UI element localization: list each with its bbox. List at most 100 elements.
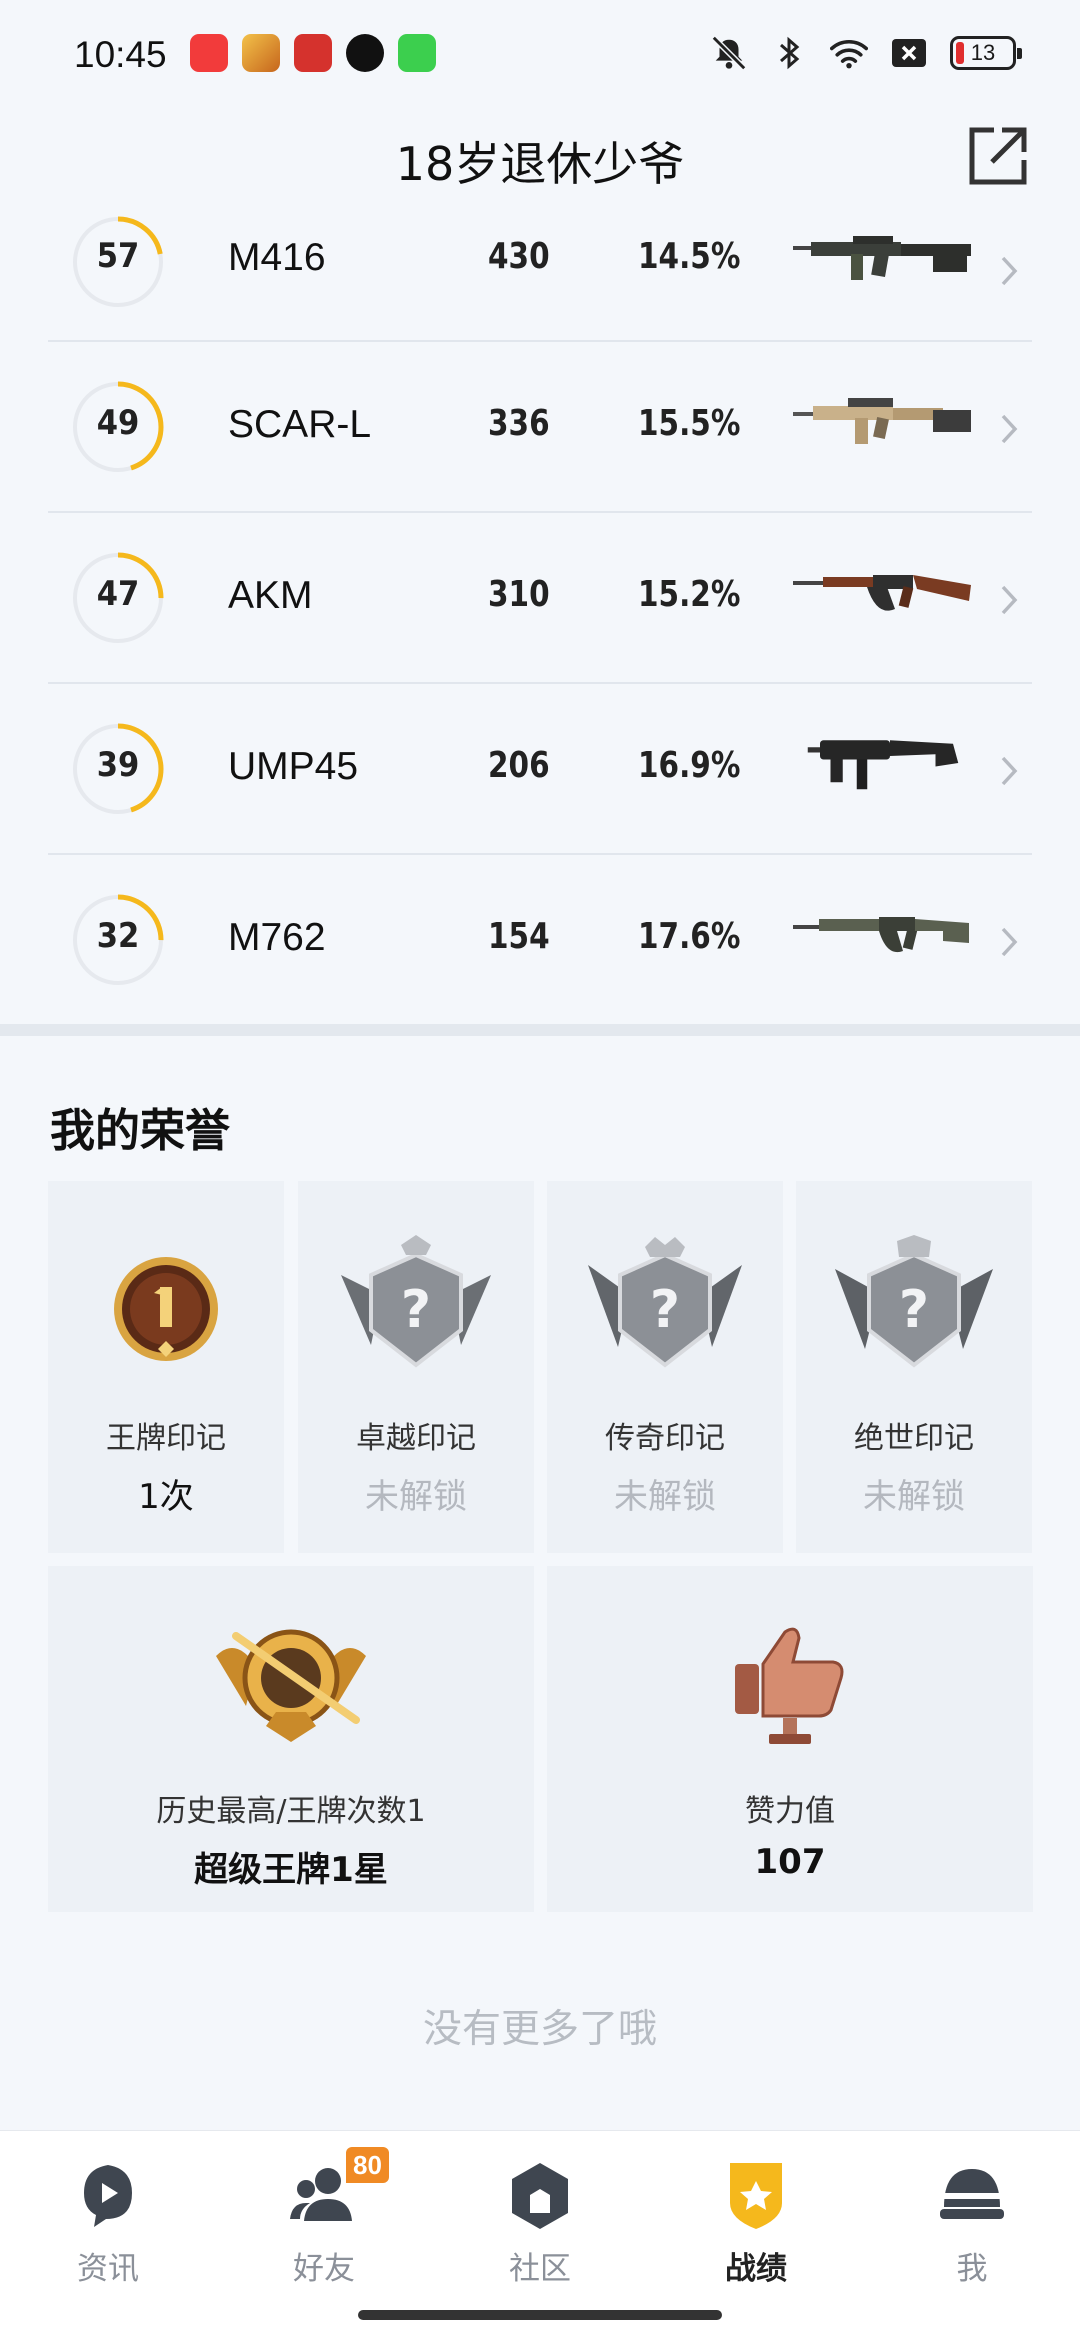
game-app-icon (242, 34, 280, 72)
honor-card-highest-tier[interactable]: 历史最高/王牌次数1 超级王牌1星 (48, 1566, 534, 1912)
bluetooth-icon (770, 36, 808, 70)
weapon-percentage: 15.2% (638, 574, 741, 615)
honor-value: 107 (754, 1842, 826, 1882)
page-title: 18岁退休少爷 (395, 137, 685, 191)
honor-value: 未解锁 (614, 1477, 716, 1517)
weapon-count: 430 (488, 236, 550, 277)
weapon-count: 336 (488, 403, 550, 444)
messages-app-icon (398, 34, 436, 72)
sim-off-icon (890, 36, 928, 70)
weapon-list: 57 M416 430 14.5% 49 SCAR-L 336 15.5% 47… (48, 200, 1032, 1026)
friends-count-badge: 80 (346, 2147, 389, 2183)
weapon-row[interactable]: 32 M762 154 17.6% (48, 855, 1032, 1026)
nav-label: 社区 (509, 2251, 571, 2287)
ace-tier-badge-icon (216, 1629, 366, 1742)
honor-card-legend-mark[interactable]: ? 传奇印记 未解锁 (547, 1181, 783, 1553)
chevron-right-icon (1001, 927, 1018, 957)
honors-title: 我的荣誉 (50, 1104, 231, 1157)
nav-item-community[interactable]: 社区 (432, 2147, 648, 2297)
weapon-level: 47 (96, 574, 140, 614)
weapon-level: 32 (96, 916, 140, 956)
weapon-percentage: 15.5% (638, 403, 741, 444)
system-icons: 13 (710, 35, 1022, 71)
store-app-icon (294, 34, 332, 72)
locked-badge-icon: ? (341, 1235, 491, 1368)
weapon-count: 154 (488, 916, 550, 957)
weapon-count: 310 (488, 574, 550, 615)
nav-item-friends[interactable]: 80 好友 (216, 2147, 432, 2297)
weapon-name: AKM (228, 574, 313, 617)
svg-text:?: ? (650, 1280, 680, 1340)
weapon-count: 206 (488, 745, 550, 786)
nav-label: 好友 (293, 2251, 355, 2287)
status-bar: 10:45 13 (0, 0, 1080, 110)
weapon-level: 57 (96, 236, 140, 276)
weapon-percentage: 16.9% (638, 745, 741, 786)
weapon-row[interactable]: 47 AKM 310 15.2% (48, 513, 1032, 684)
honor-label: 赞力值 (745, 1794, 835, 1829)
honor-card-likes[interactable]: 赞力值 107 (547, 1566, 1033, 1912)
honor-card-excellent-mark[interactable]: ? 卓越印记 未解锁 (298, 1181, 534, 1553)
tiktok-app-icon (346, 34, 384, 72)
m762-rifle-image (793, 917, 969, 953)
weapon-percentage: 14.5% (638, 236, 741, 277)
chevron-right-icon (1001, 585, 1018, 615)
svg-text:?: ? (899, 1280, 929, 1340)
honor-label: 卓越印记 (356, 1421, 476, 1456)
ace-mark-badge-icon (114, 1257, 218, 1361)
honor-label: 王牌印记 (106, 1421, 226, 1456)
home-indicator[interactable] (358, 2310, 722, 2320)
nav-item-record[interactable]: 战绩 (648, 2147, 864, 2297)
nav-label: 战绩 (725, 2251, 787, 2287)
honor-card-peerless-mark[interactable]: ? 绝世印记 未解锁 (796, 1181, 1032, 1553)
community-icon (512, 2163, 568, 2229)
weapon-level: 39 (96, 745, 140, 785)
nav-label: 资讯 (77, 2251, 139, 2287)
weapon-row[interactable]: 49 SCAR-L 336 15.5% (48, 342, 1032, 513)
weapon-row[interactable]: 39 UMP45 206 16.9% (48, 684, 1032, 855)
end-of-list-note: 没有更多了哦 (422, 2007, 657, 2052)
news-icon (84, 2165, 132, 2227)
weapon-percentage: 17.6% (638, 916, 741, 957)
record-icon (730, 2163, 782, 2229)
status-time: 10:45 (74, 34, 167, 75)
honor-label: 传奇印记 (605, 1421, 725, 1456)
section-divider (0, 1024, 1080, 1036)
honor-value: 未解锁 (365, 1477, 467, 1517)
nav-item-me[interactable]: 我 (864, 2147, 1080, 2297)
battery-level: 13 (970, 40, 996, 65)
m416-rifle-image (793, 236, 971, 280)
weapon-name: M416 (228, 236, 326, 279)
locked-badge-icon: ? (835, 1235, 993, 1368)
chevron-right-icon (1001, 256, 1018, 286)
honor-value: 超级王牌1星 (194, 1850, 388, 1890)
chevron-right-icon (1001, 414, 1018, 444)
ump45-smg-image (807, 740, 959, 790)
honor-value: 未解锁 (863, 1477, 965, 1517)
wifi-icon (830, 36, 868, 70)
weapon-level: 49 (96, 403, 140, 443)
battery-indicator: 13 (950, 36, 1022, 70)
honor-value: 1次 (138, 1477, 194, 1517)
locked-badge-icon: ? (588, 1237, 742, 1368)
honor-label: 绝世印记 (854, 1421, 974, 1456)
svg-text:?: ? (401, 1280, 431, 1340)
thumbs-up-trophy-icon (735, 1627, 844, 1744)
chevron-right-icon (1001, 756, 1018, 786)
akm-rifle-image (793, 575, 971, 611)
weapon-name: M762 (228, 916, 326, 959)
scar-l-rifle-image (793, 398, 971, 444)
mute-icon (710, 35, 748, 71)
external-link-icon[interactable] (964, 124, 1030, 190)
honor-label: 历史最高/王牌次数1 (156, 1794, 426, 1829)
weapon-name: UMP45 (228, 745, 359, 788)
nav-item-news[interactable]: 资讯 (0, 2147, 216, 2297)
bottom-nav: 资讯 80 好友 社区 战绩 我 (0, 2130, 1080, 2340)
notification-app-icons (190, 34, 436, 72)
weapon-row[interactable]: 57 M416 430 14.5% (48, 200, 1032, 342)
helmet-icon (940, 2169, 1004, 2219)
music-app-icon (190, 34, 228, 72)
nav-label: 我 (956, 2251, 988, 2287)
weapon-name: SCAR-L (228, 403, 372, 446)
honor-card-ace-mark[interactable]: 王牌印记 1次 (48, 1181, 284, 1553)
